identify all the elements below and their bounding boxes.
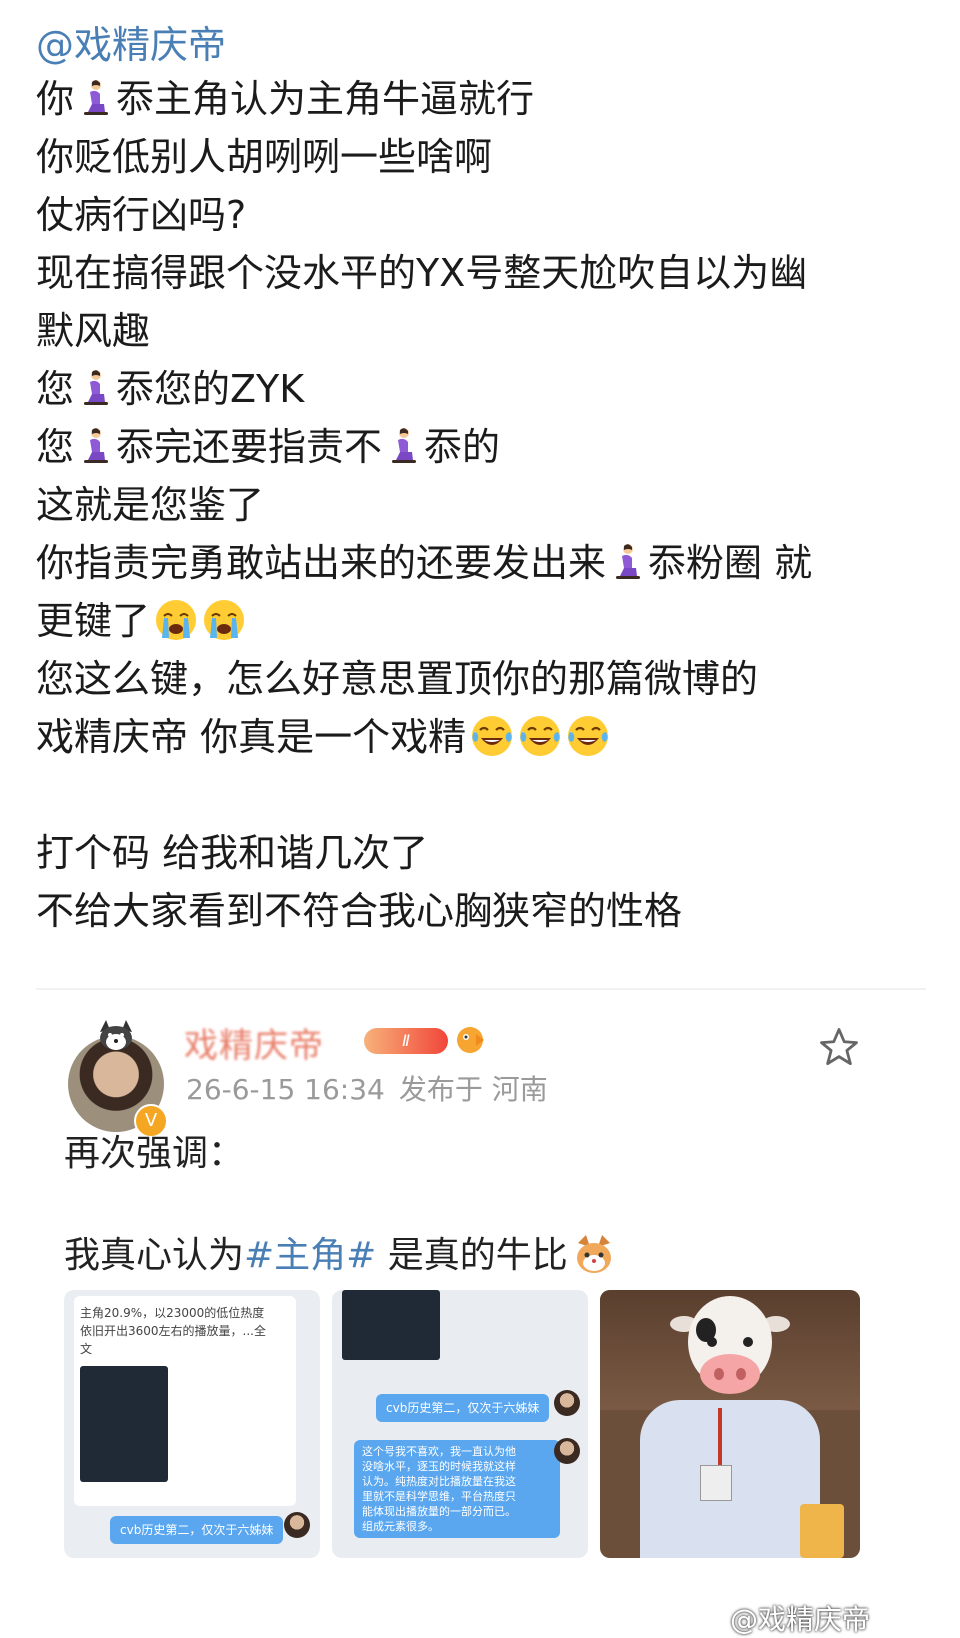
quoted-text-2-post: 是真的牛比	[376, 1235, 568, 1276]
crying-face-icon	[204, 600, 245, 640]
post-line	[36, 766, 916, 824]
post-line-text: 忝您的ZYK	[116, 367, 305, 411]
post-line: 现在搞得跟个没水平的YX号整天尬吹自以为幽	[36, 244, 916, 302]
quoted-text-1: 再次强调：	[64, 1133, 245, 1174]
hashtag-link[interactable]: #主角#	[244, 1235, 376, 1276]
post-line-text: 你	[36, 77, 75, 121]
post-line: 你指责完勇敢站出来的还要发出来 忝粉圈 就	[36, 534, 916, 592]
thumb1-avatar	[284, 1512, 310, 1538]
thumb2-bubble-line: 组成元素很多。	[362, 1520, 439, 1533]
thumb2-bubble-line: 能体现出播放量的一部分而已。	[362, 1505, 516, 1518]
post-line: 您忝完还要指责不 忝的	[36, 418, 916, 476]
post-line-text: 你指责完勇敢站出来的还要发出来	[36, 541, 607, 585]
thumb1-line3: 文	[80, 1342, 93, 1356]
thumb1-line2: 依旧开出3600左右的播放量，...全	[80, 1324, 266, 1338]
post-line-text: 更键了	[36, 599, 151, 643]
tears-of-joy-icon	[520, 716, 561, 756]
kneeling-person-icon	[84, 370, 109, 405]
thumb2-bubble-line: 没啥水平，逐玉的时候我就这样	[362, 1460, 516, 1473]
cow-emoji-icon	[670, 1296, 790, 1394]
thumb2-chart-image	[342, 1290, 440, 1360]
vip-badge: Ⅱ	[364, 1028, 448, 1054]
kneeling-person-icon	[392, 428, 417, 463]
timestamp: 26-6-15 16:34	[186, 1073, 385, 1106]
mention-link[interactable]: @戏精庆帝	[36, 14, 226, 69]
thumb2-avatar-1	[554, 1390, 580, 1416]
fish-icon	[457, 1027, 484, 1053]
post-line-text: 不给大家看到不符合我心胸狭窄的性格	[36, 889, 683, 933]
post-line-text: 您	[36, 425, 75, 469]
post-line-text: 打个码 给我和谐几次了	[36, 831, 429, 875]
post-line: 您这么键，怎么好意思置顶你的那篇微博的	[36, 650, 916, 708]
post-line: 你忝主角认为主角牛逼就行	[36, 70, 916, 128]
post-line-text: 忝的	[424, 425, 501, 469]
post-line-text: 你贬低别人胡咧咧一些啥啊	[36, 135, 493, 179]
tears-of-joy-icon	[472, 716, 513, 756]
thumb2-bubble-line: 里就不是科学思维，平台热度只	[362, 1490, 516, 1503]
post-line: 这就是您鉴了	[36, 476, 916, 534]
location: 发布于 河南	[398, 1073, 548, 1106]
beer-glass	[800, 1504, 844, 1558]
post-body: 你忝主角认为主角牛逼就行你贬低别人胡咧咧一些啥啊 仗病行凶吗? 现在搞得跟个没水平的…	[36, 70, 916, 940]
post-line: 更键了	[36, 592, 916, 650]
kneeling-person-icon	[616, 544, 641, 579]
kneeling-person-icon	[84, 80, 109, 115]
divider	[36, 988, 926, 990]
quoted-text-2: 我真心认为#主角# 是真的牛比	[64, 1226, 616, 1278]
post-line: 仗病行凶吗?	[36, 186, 916, 244]
post-line: 你贬低别人胡咧咧一些啥啊	[36, 128, 916, 186]
crying-face-icon	[156, 600, 197, 640]
post-line-text: 这就是您鉴了	[36, 483, 265, 527]
thumb2-bubble-line: 这个号我不喜欢，我一直认为他	[362, 1445, 516, 1458]
kneeling-person-icon	[84, 428, 109, 463]
watermark: @戏精庆帝	[730, 1603, 871, 1636]
thumb1-line1: 主角20.9%，以23000的低位热度	[80, 1306, 265, 1320]
favorite-star-icon[interactable]	[818, 1026, 860, 1068]
quoted-text-2-pre: 我真心认为	[64, 1235, 245, 1276]
post-line-text: 仗病行凶吗?	[36, 193, 247, 237]
post-line-text: 忝完还要指责不	[116, 425, 383, 469]
post-line-text: 默风趣	[36, 309, 151, 353]
username[interactable]: 戏精庆帝	[184, 1018, 324, 1067]
post-line: 默风趣	[36, 302, 916, 360]
thumb1-bubble: cvb历史第二，仅次于六姊妹	[110, 1516, 284, 1544]
post-line: 打个码 给我和谐几次了	[36, 824, 916, 882]
thumb2-bubble-1: cvb历史第二，仅次于六姊妹	[376, 1394, 550, 1422]
thumb1-chart-image	[80, 1366, 168, 1482]
tears-of-joy-icon	[568, 716, 609, 756]
thumb2-bubble-2: 这个号我不喜欢，我一直认为他 没啥水平，逐玉的时候我就这样 认为。纯热度对比播放量在…	[354, 1440, 560, 1538]
post-line-text: 忝粉圈 就	[648, 541, 813, 585]
post-line-text: 您这么键，怎么好意思置顶你的那篇微博的	[36, 657, 759, 701]
image-thumbnail-2[interactable]: cvb历史第二，仅次于六姊妹 这个号我不喜欢，我一直认为他 没啥水平，逐玉的时候我…	[332, 1290, 588, 1558]
quoted-weibo-card[interactable]: V 戏精庆帝 Ⅱ 26-6-15 16:34 发布于 河南 再次强调： 我真心认为…	[34, 996, 926, 1634]
post-line-text: 戏精庆帝 你真是一个戏精	[36, 715, 467, 759]
post-line-text: 现在搞得跟个没水平的YX号整天尬吹自以为幽	[36, 251, 808, 295]
post-line: 戏精庆帝 你真是一个戏精	[36, 708, 916, 766]
image-thumbnail-3[interactable]	[600, 1290, 860, 1558]
post-line: 您忝您的ZYK	[36, 360, 916, 418]
image-thumbnail-1[interactable]: 主角20.9%，以23000的低位热度 依旧开出3600左右的播放量，...全 …	[64, 1290, 320, 1558]
thumb2-avatar-2	[554, 1438, 580, 1464]
husky-icon	[100, 1020, 132, 1050]
post-line-text: 忝主角认为主角牛逼就行	[116, 77, 535, 121]
thumb2-bubble-line: 认为。纯热度对比播放量在我这	[362, 1475, 516, 1488]
cat-face-icon	[576, 1235, 611, 1273]
post-line: 不给大家看到不符合我心胸狭窄的性格	[36, 882, 916, 940]
post-meta: 26-6-15 16:34 发布于 河南	[186, 1068, 548, 1108]
post-line-text: 您	[36, 367, 75, 411]
